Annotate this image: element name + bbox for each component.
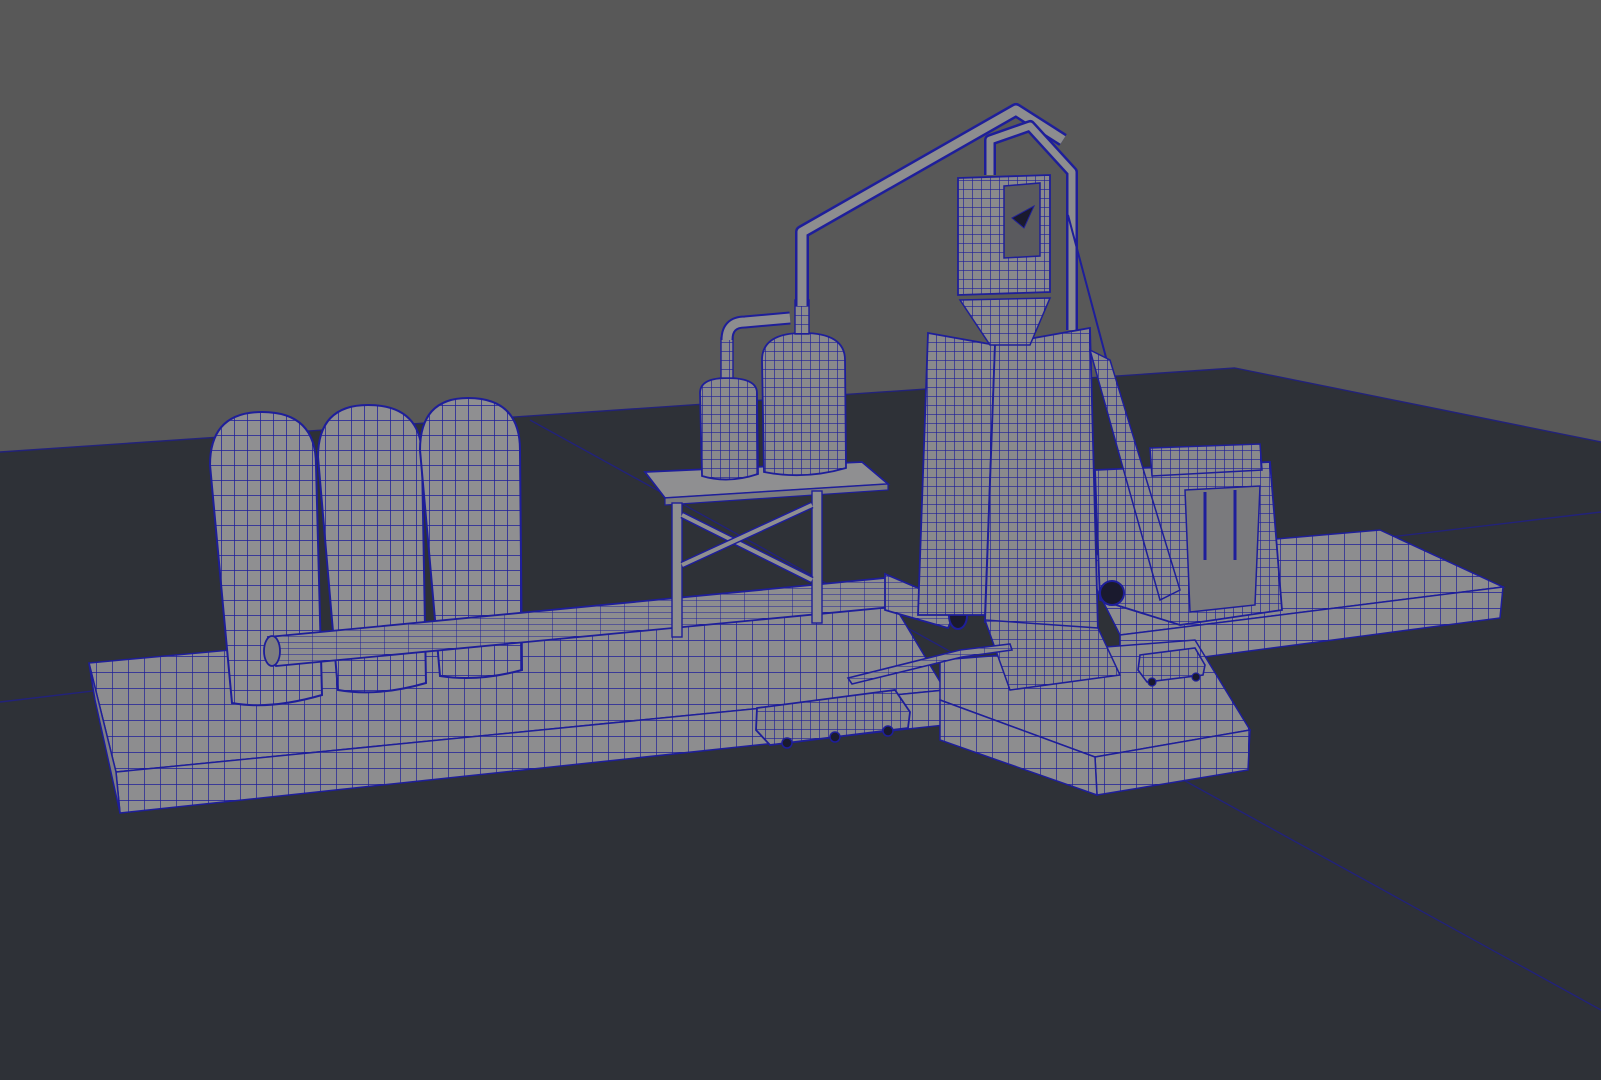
viewport-canvas[interactable] [0, 0, 1601, 1080]
3d-viewport[interactable] [0, 0, 1601, 1080]
